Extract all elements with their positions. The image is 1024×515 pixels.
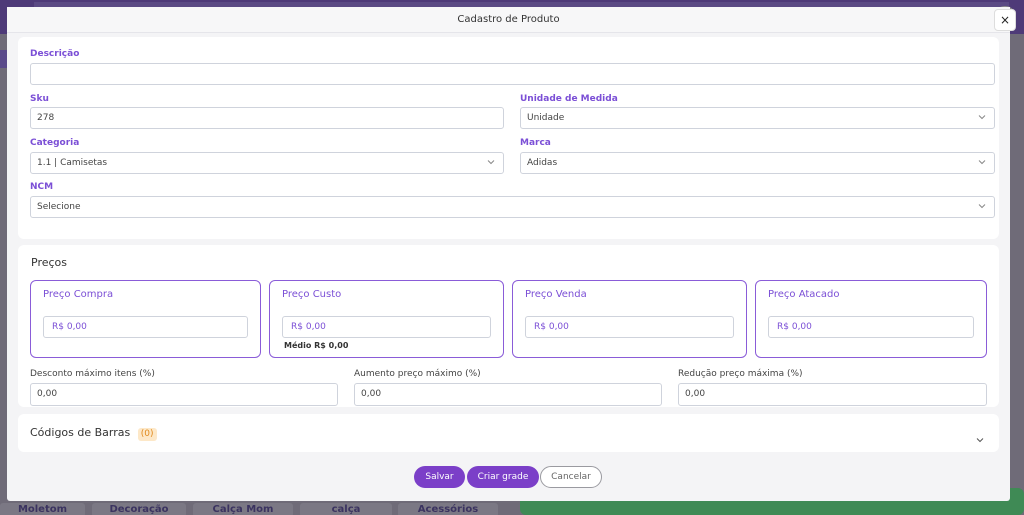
modal-header: Cadastro de Produto × xyxy=(7,7,1016,33)
desconto-input[interactable]: 0,00 xyxy=(30,383,338,406)
close-button[interactable]: × xyxy=(994,9,1016,31)
preco-custo-box: Preço Custo R$ 0,00 Médio R$ 0,00 xyxy=(269,280,504,358)
unidade-select[interactable]: Unidade xyxy=(520,107,995,129)
preco-compra-label: Preço Compra xyxy=(43,289,114,300)
preco-venda-input[interactable]: R$ 0,00 xyxy=(525,316,734,338)
unidade-value: Unidade xyxy=(527,113,565,123)
marca-label: Marca xyxy=(520,138,551,148)
background-category-3: calça xyxy=(300,503,392,515)
sku-input[interactable]: 278 xyxy=(30,107,504,129)
preco-atacado-box: Preço Atacado R$ 0,00 xyxy=(755,280,987,358)
barcodes-title-text: Códigos de Barras xyxy=(30,426,131,439)
sku-label: Sku xyxy=(30,94,49,104)
basic-info-card: Descrição Sku 278 Unidade de Medida Unid… xyxy=(18,37,999,239)
barcodes-count-badge: (0) xyxy=(137,428,157,441)
descricao-input[interactable] xyxy=(30,63,995,85)
desconto-label: Desconto máximo itens (%) xyxy=(30,369,155,379)
close-icon: × xyxy=(999,13,1011,27)
preco-custo-input[interactable]: R$ 0,00 xyxy=(282,316,491,338)
preco-venda-box: Preço Venda R$ 0,00 xyxy=(512,280,747,358)
prices-title: Preços xyxy=(31,256,67,269)
aumento-label: Aumento preço máximo (%) xyxy=(354,369,481,379)
chevron-down-icon xyxy=(978,202,986,210)
modal-title: Cadastro de Produto xyxy=(457,14,560,25)
ncm-select[interactable]: Selecione xyxy=(30,196,995,218)
ncm-value: Selecione xyxy=(37,202,81,212)
chevron-down-icon xyxy=(978,113,986,121)
background-category-1: Decoração xyxy=(92,503,186,515)
background-category-0: Moletom xyxy=(0,503,85,515)
categoria-value: 1.1 | Camisetas xyxy=(37,158,108,168)
reducao-label: Redução preço máxima (%) xyxy=(678,369,803,379)
save-button[interactable]: Salvar xyxy=(414,466,465,488)
background-left-tab xyxy=(0,50,7,68)
create-grade-button[interactable]: Criar grade xyxy=(467,466,539,488)
unidade-label: Unidade de Medida xyxy=(520,94,618,104)
cancel-button[interactable]: Cancelar xyxy=(540,466,602,488)
preco-atacado-input[interactable]: R$ 0,00 xyxy=(768,316,974,338)
categoria-label: Categoria xyxy=(30,138,80,148)
background-category-2: Calça Mom xyxy=(193,503,293,515)
preco-venda-label: Preço Venda xyxy=(525,289,587,300)
chevron-down-icon xyxy=(487,158,495,166)
prices-card: Preços Preço Compra R$ 0,00 Preço Custo … xyxy=(18,245,999,407)
barcodes-title: Códigos de Barras (0) xyxy=(30,426,157,441)
background-category-4: Acessórios xyxy=(398,503,498,515)
product-modal: Cadastro de Produto × Descrição Sku 278 … xyxy=(7,7,1016,501)
aumento-input[interactable]: 0,00 xyxy=(354,383,662,406)
reducao-input[interactable]: 0,00 xyxy=(678,383,987,406)
preco-atacado-label: Preço Atacado xyxy=(768,289,840,300)
ncm-label: NCM xyxy=(30,182,54,192)
preco-compra-box: Preço Compra R$ 0,00 xyxy=(30,280,261,358)
marca-select[interactable]: Adidas xyxy=(520,152,995,174)
preco-compra-input[interactable]: R$ 0,00 xyxy=(43,316,248,338)
categoria-select[interactable]: 1.1 | Camisetas xyxy=(30,152,504,174)
chevron-down-icon xyxy=(978,158,986,166)
marca-value: Adidas xyxy=(527,158,558,168)
descricao-label: Descrição xyxy=(30,49,80,59)
chevron-down-icon[interactable] xyxy=(976,429,984,448)
preco-custo-medio: Médio R$ 0,00 xyxy=(284,341,349,350)
preco-custo-label: Preço Custo xyxy=(282,289,342,300)
barcodes-accordion[interactable]: Códigos de Barras (0) xyxy=(18,414,999,452)
